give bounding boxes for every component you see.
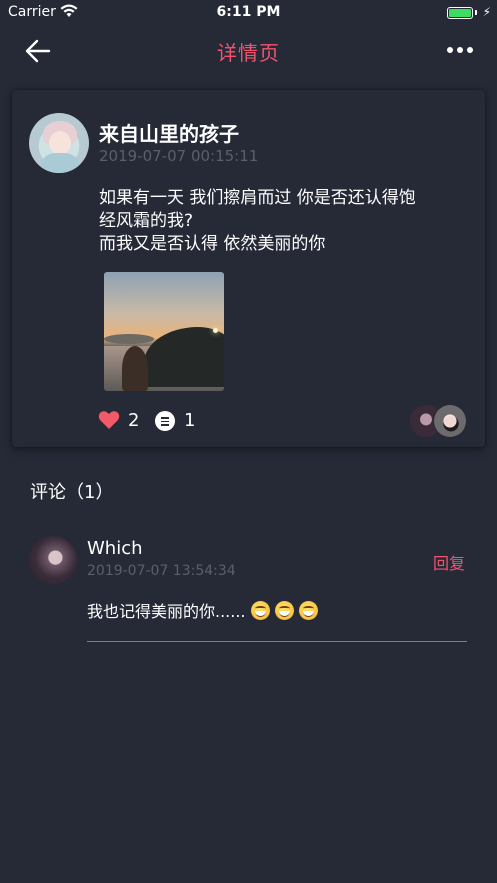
reply-button[interactable]: 回复	[433, 550, 465, 574]
more-dot	[467, 47, 473, 53]
page-title: 详情页	[217, 41, 280, 65]
commenter-avatar[interactable]	[29, 536, 77, 584]
post-timestamp: 2019-07-07 00:15:11	[99, 147, 259, 165]
comment-count: 1	[184, 410, 196, 431]
nav-bar: 详情页	[0, 26, 497, 76]
grin-emoji-icon	[298, 601, 318, 620]
author-avatar[interactable]	[29, 113, 89, 173]
grin-emoji-icon	[250, 601, 270, 620]
battery-tip	[475, 10, 477, 15]
more-dot	[447, 47, 453, 53]
comment-content: 我也记得美丽的你......	[87, 598, 318, 622]
comments-heading: 评论（1）	[30, 482, 114, 503]
liker-avatar[interactable]	[433, 404, 467, 438]
post-text-line: 如果有一天 我们擦肩而过 你是否还认得饱	[99, 188, 416, 208]
commenter-name[interactable]: Which	[87, 538, 143, 559]
grin-emoji-icon	[274, 601, 294, 620]
comment-icon[interactable]	[155, 411, 175, 431]
status-time: 6:11 PM	[216, 4, 281, 20]
battery-icon	[447, 7, 473, 19]
post-text-line: 而我又是否认得 依然美丽的你	[99, 234, 326, 254]
like-heart-icon[interactable]	[98, 410, 120, 430]
comment-text: 我也记得美丽的你......	[87, 602, 246, 621]
comment-divider	[87, 641, 467, 642]
post-text-line: 经风霜的我?	[99, 211, 194, 231]
comment-timestamp: 2019-07-07 13:54:34	[87, 563, 236, 579]
post-card: 来自山里的孩子 2019-07-07 00:15:11 如果有一天 我们擦肩而过…	[12, 90, 485, 447]
charging-icon: ⚡	[482, 5, 491, 19]
status-bar: Carrier 6:11 PM ⚡	[0, 0, 497, 26]
post-author-name[interactable]: 来自山里的孩子	[99, 118, 239, 147]
post-photo[interactable]	[104, 272, 224, 391]
like-count: 2	[128, 410, 140, 431]
post-content: 如果有一天 我们擦肩而过 你是否还认得饱 经风霜的我? 而我又是否认得 依然美丽…	[99, 187, 479, 256]
more-dot	[457, 47, 463, 53]
more-button[interactable]	[447, 44, 473, 56]
